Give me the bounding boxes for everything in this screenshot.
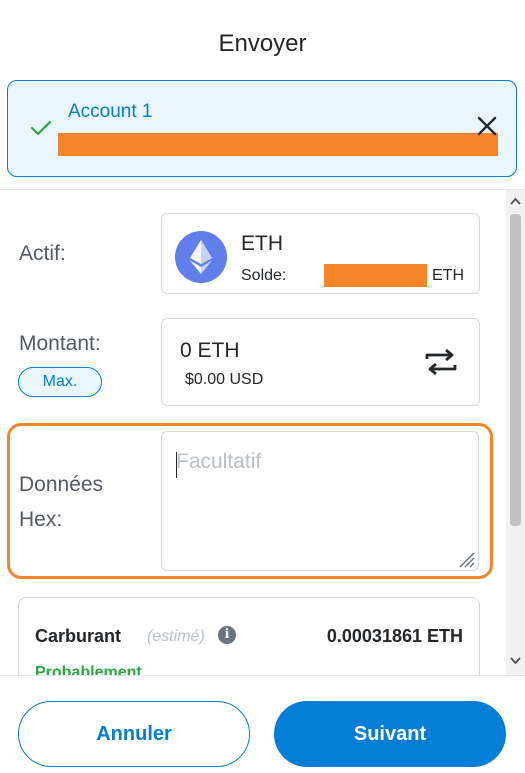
- gas-amount: 0.00031861 ETH: [326, 626, 463, 646]
- hex-data-input[interactable]: [161, 431, 479, 571]
- recipient-card[interactable]: Account 1: [7, 80, 517, 177]
- gas-fee-card[interactable]: Carburant (estimé) i 0.00031861 ETH Prob…: [18, 597, 480, 675]
- hex-label-line1: Données: [19, 473, 104, 496]
- page-title: Envoyer: [218, 30, 307, 57]
- redacted-address: [58, 133, 498, 156]
- balance-label: Solde:: [241, 267, 287, 284]
- amount-fiat-value: $0.00 USD: [185, 371, 264, 388]
- footer: Annuler Suivant: [0, 675, 525, 773]
- asset-selector[interactable]: ETH Solde: ETH: [161, 213, 480, 294]
- chevron-up-icon[interactable]: [510, 196, 521, 206]
- amount-label: Montant:: [19, 332, 101, 355]
- balance-unit: ETH: [432, 267, 464, 284]
- hex-label-line2: Hex:: [19, 508, 63, 531]
- gas-title: Carburant: [35, 626, 122, 646]
- amount-input[interactable]: 0 ETH $0.00 USD: [161, 318, 480, 406]
- info-icon[interactable]: i: [218, 626, 236, 644]
- ethereum-icon: [175, 231, 227, 283]
- next-button[interactable]: Suivant: [274, 701, 506, 767]
- swap-icon[interactable]: [424, 349, 458, 375]
- resize-handle-icon[interactable]: [455, 548, 475, 568]
- asset-symbol: ETH: [241, 232, 283, 255]
- scrollbar-thumb[interactable]: [510, 214, 521, 526]
- header: Envoyer Account 1: [0, 0, 525, 190]
- close-icon[interactable]: [476, 115, 498, 137]
- gas-likelihood: Probablement: [35, 664, 142, 675]
- text-caret: [176, 452, 177, 478]
- gas-estimated-label: (estimé): [147, 628, 205, 645]
- recipient-name: Account 1: [68, 101, 153, 122]
- chevron-down-icon[interactable]: [510, 656, 521, 666]
- amount-value: 0 ETH: [180, 339, 240, 362]
- cancel-button[interactable]: Annuler: [18, 701, 250, 767]
- asset-label: Actif:: [19, 242, 66, 265]
- max-button[interactable]: Max.: [18, 367, 102, 397]
- check-icon: [30, 120, 52, 136]
- scrollbar[interactable]: [506, 190, 525, 675]
- send-form: Actif: ETH Solde: ETH Montant: Max. 0 ET…: [0, 190, 508, 675]
- redacted-balance: [324, 264, 427, 287]
